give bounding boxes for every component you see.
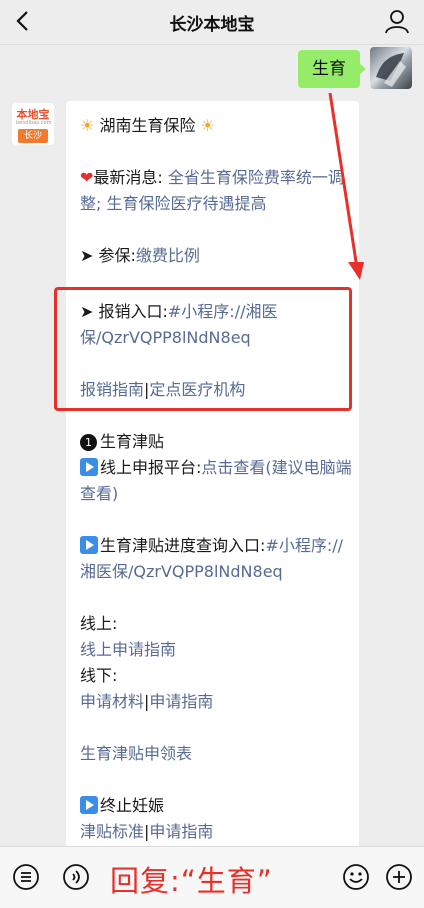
termination-links: 津贴标准|申请指南: [80, 819, 352, 845]
article-title-text: 湖南生育保险: [99, 116, 196, 135]
chat-title: 长沙本地宝: [169, 15, 255, 35]
offline-label: 线下:: [80, 666, 118, 685]
payment-ratio-link[interactable]: 缴费比例: [136, 246, 200, 265]
sun-icon: ☀: [80, 116, 95, 135]
allowance-heading: 1 生育津贴: [80, 429, 352, 455]
avatar-image: [376, 53, 406, 87]
play-icon: [80, 536, 98, 554]
city-badge: 长沙: [18, 129, 48, 143]
voice-icon[interactable]: [62, 863, 90, 891]
offline-guide-link[interactable]: 申请指南: [149, 692, 213, 711]
plus-icon[interactable]: [385, 863, 413, 891]
menu-list-icon[interactable]: [12, 863, 40, 891]
claim-links: 报销指南|定点医疗机构: [80, 377, 352, 403]
emoji-icon[interactable]: [342, 863, 370, 891]
news-label: 最新消息:: [93, 168, 163, 187]
play-icon: [80, 458, 98, 476]
join-section: ➤ 参保:缴费比例: [80, 243, 352, 269]
offline-links: 申请材料|申请指南: [80, 689, 352, 715]
play-icon: [80, 796, 98, 814]
termination-title: 终止妊娠: [100, 796, 165, 815]
news-section: ❤最新消息: 全省生育保险费率统一调整; 生育保险医疗待遇提高: [80, 165, 352, 217]
user-message-row: 生育: [212, 47, 412, 93]
materials-link[interactable]: 申请材料: [80, 692, 144, 711]
user-profile-icon[interactable]: [384, 8, 410, 34]
bottom-input-bar: 回复:“生育”: [0, 846, 424, 908]
reply-content: ☀ 湖南生育保险 ☀ ❤最新消息: 全省生育保险费率统一调整; 生育保险医疗待遇…: [80, 113, 352, 845]
account-logo-subtext: bendibao.com: [16, 120, 52, 126]
application-form-link[interactable]: 生育津贴申领表: [80, 741, 352, 767]
designated-hospital-link[interactable]: 定点医疗机构: [149, 380, 245, 399]
navigation-bar: 长沙本地宝: [0, 0, 424, 45]
account-avatar[interactable]: 本地宝 bendibao.com 长沙: [12, 103, 54, 145]
join-label: ➤ 参保:: [80, 246, 136, 265]
article-title: ☀ 湖南生育保险 ☀: [80, 113, 352, 139]
news-link-benefit[interactable]: 生育保险医疗待遇提高: [107, 194, 267, 213]
online-label: 线上:: [80, 614, 118, 633]
number-badge: 1: [80, 434, 97, 451]
progress-query-label: 生育津贴进度查询入口:: [100, 536, 266, 555]
online-platform-item: 线上申报平台:点击查看(建议电脑端查看): [80, 455, 352, 507]
claim-section: ➤ 报销入口:#小程序://湘医保/QzrVQPP8lNdN8eq: [80, 295, 352, 351]
heart-icon: ❤: [80, 168, 94, 187]
termination-guide-link[interactable]: 申请指南: [149, 822, 213, 841]
claim-guide-link[interactable]: 报销指南: [80, 380, 144, 399]
sun-icon: ☀: [200, 116, 215, 135]
news-separator: ;: [96, 194, 102, 213]
allowance-standard-link[interactable]: 津贴标准: [80, 822, 144, 841]
termination-heading: 终止妊娠: [80, 793, 352, 819]
claim-label: ➤ 报销入口:: [80, 302, 168, 321]
progress-query-item: 生育津贴进度查询入口:#小程序://湘医保/QzrVQPP8lNdN8eq: [80, 533, 352, 585]
online-platform-label: 线上申报平台:: [100, 458, 202, 477]
user-avatar[interactable]: [370, 47, 412, 89]
user-message-bubble[interactable]: 生育: [298, 50, 366, 88]
reply-hint-text: 回复:“生育”: [110, 864, 273, 898]
allowance-title: 生育津贴: [100, 432, 165, 451]
online-guide-link[interactable]: 线上申请指南: [80, 637, 352, 663]
reply-message-card: ☀ 湖南生育保险 ☀ ❤最新消息: 全省生育保险费率统一调整; 生育保险医疗待遇…: [66, 101, 359, 861]
